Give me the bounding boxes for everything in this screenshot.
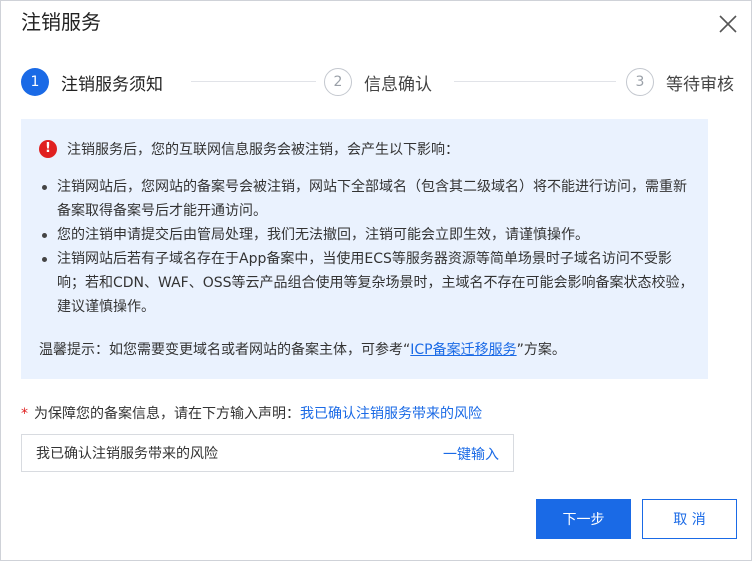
step-indicator: 1 注销服务须知 2 信息确认 3 等待审核 — [21, 65, 737, 99]
declaration-input[interactable] — [36, 445, 416, 461]
impact-list: 注销网站后，您网站的备案号会被注销，网站下全部域名（包含其二级域名）将不能进行访… — [39, 175, 699, 319]
step-label: 等待审核 — [666, 74, 734, 95]
step-2: 2 信息确认 — [324, 65, 432, 99]
next-button[interactable]: 下一步 — [536, 499, 631, 539]
step-label: 信息确认 — [364, 74, 432, 95]
list-item: 注销网站后若有子域名存在于App备案中，当使用ECS等服务器资源等简单场景时子域… — [39, 247, 699, 319]
tip-suffix: ”方案。 — [516, 342, 566, 358]
list-item: 注销网站后，您网站的备案号会被注销，网站下全部域名（包含其二级域名）将不能进行访… — [39, 175, 699, 223]
step-number: 2 — [324, 68, 352, 96]
step-3: 3 等待审核 — [626, 65, 734, 99]
icp-migration-link[interactable]: ICP备案迁移服务 — [410, 342, 516, 358]
notice-heading: ! 注销服务后，您的互联网信息服务会被注销，会产生以下影响： — [39, 139, 459, 159]
declaration-text: 为保障您的备案信息，请在下方输入声明： — [34, 406, 300, 422]
cancel-button[interactable]: 取 消 — [642, 499, 737, 539]
tip-text: 温馨提示：如您需要变更域名或者网站的备案主体，可参考“ICP备案迁移服务”方案。 — [39, 339, 566, 361]
step-1: 1 注销服务须知 — [21, 65, 163, 99]
close-icon — [719, 15, 737, 33]
close-button[interactable] — [715, 11, 741, 37]
warning-icon: ! — [39, 140, 57, 158]
list-item: 您的注销申请提交后由管局处理，我们无法撤回，注销可能会立即生效，请谨慎操作。 — [39, 223, 699, 247]
one-click-input-link[interactable]: 一键输入 — [443, 444, 499, 464]
step-connector — [191, 81, 316, 82]
declaration-input-wrapper: 一键输入 — [21, 434, 514, 472]
impact-notice: ! 注销服务后，您的互联网信息服务会被注销，会产生以下影响： 注销网站后，您网站… — [21, 119, 708, 379]
declaration-phrase: 我已确认注销服务带来的风险 — [300, 406, 482, 422]
step-number: 3 — [626, 68, 654, 96]
dialog-title: 注销服务 — [21, 10, 101, 34]
step-label: 注销服务须知 — [61, 74, 163, 95]
step-connector — [454, 81, 616, 82]
notice-heading-text: 注销服务后，您的互联网信息服务会被注销，会产生以下影响： — [67, 142, 459, 158]
declaration-label: * 为保障您的备案信息，请在下方输入声明：我已确认注销服务带来的风险 — [21, 404, 482, 424]
step-number: 1 — [21, 68, 49, 96]
cancel-service-dialog: 注销服务 1 注销服务须知 2 信息确认 3 等待审核 ! 注销服务后，您的互联… — [0, 0, 752, 561]
required-mark: * — [21, 406, 28, 422]
tip-prefix: 温馨提示：如您需要变更域名或者网站的备案主体，可参考“ — [39, 342, 411, 358]
